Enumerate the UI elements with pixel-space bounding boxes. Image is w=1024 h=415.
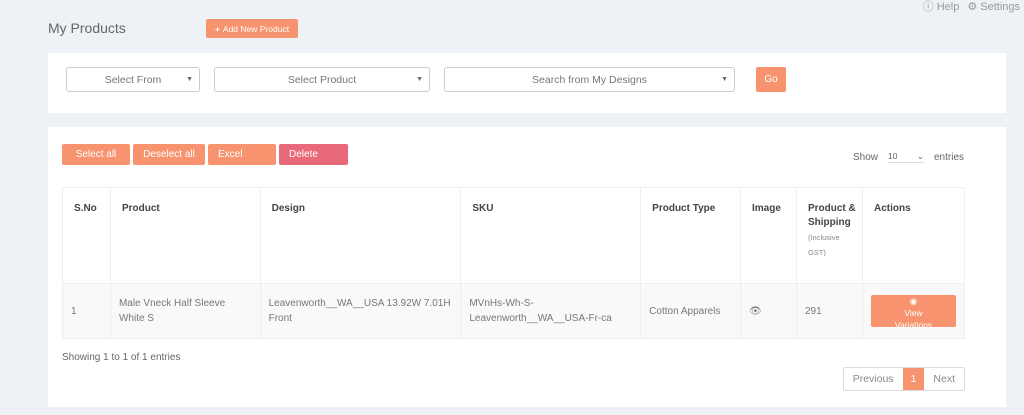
chevron-down-icon: ⌄: [916, 151, 924, 161]
deselect-all-button[interactable]: Deselect all: [133, 144, 205, 165]
cell-design: Leavenworth__WA__USA 13.92W 7.01H Front: [259, 283, 462, 339]
select-product-label: Select Product: [287, 73, 357, 86]
cell-price: 291: [795, 283, 864, 339]
previous-button[interactable]: Previous: [844, 368, 903, 390]
view-variations-label: View Variations: [894, 308, 933, 330]
show-label: Show: [852, 151, 878, 163]
cell-product: Male Vneck Half Sleeve White S: [109, 283, 261, 339]
entries-label: entries: [933, 151, 964, 163]
col-product: Product: [109, 187, 261, 284]
products-card: Select all Deselect all Excel Delete Sho…: [48, 127, 1006, 407]
excel-button[interactable]: Excel: [208, 144, 276, 165]
add-new-product-button[interactable]: + Add New Product: [206, 19, 298, 38]
col-product-type: Product Type: [640, 187, 741, 284]
col-sku: SKU: [460, 187, 642, 284]
top-links: ⓘ Help ⚙ Settings: [923, 1, 1020, 14]
entries-select[interactable]: 10 ⌄: [887, 151, 924, 163]
view-variations-button[interactable]: ◉ View Variations: [871, 295, 956, 330]
entries-control: Show 10 ⌄ entries: [853, 151, 964, 163]
col-image: Image: [740, 187, 797, 284]
eye-icon: ◉: [909, 296, 918, 306]
plus-icon: +: [214, 23, 220, 34]
table-row: 1 Male Vneck Half Sleeve White S Leavenw…: [62, 283, 965, 339]
select-from-dropdown[interactable]: Select From ▼: [66, 67, 200, 92]
settings-label: Settings: [980, 1, 1020, 13]
col-design: Design: [259, 187, 462, 284]
add-label: Add New Product: [222, 23, 290, 34]
table-info: Showing 1 to 1 of 1 entries: [62, 352, 181, 363]
cell-sku: MVnHs-Wh-S-Leavenworth__WA__USA-Fr-ca: [460, 283, 642, 339]
page-1-button[interactable]: 1: [902, 368, 925, 390]
eye-icon[interactable]: 👁: [749, 306, 762, 317]
col-price: Product & Shipping (Inclusive GST): [795, 187, 864, 284]
filter-card: Select From ▼ Select Product ▼ Search from…: [48, 53, 1006, 113]
next-button[interactable]: Next: [924, 368, 964, 390]
gst-note: (Inclusive GST): [807, 233, 840, 257]
page-title: My Products: [48, 20, 126, 36]
search-designs-label: Search from My Designs: [532, 73, 647, 86]
help-link[interactable]: ⓘ Help: [923, 1, 960, 14]
select-product-dropdown[interactable]: Select Product ▼: [214, 67, 430, 92]
help-label: Help: [936, 1, 960, 13]
caret-down-icon: ▼: [186, 76, 193, 83]
cell-type: Cotton Apparels: [640, 283, 741, 339]
table-header-row: S.No Product Design SKU Product Type Ima…: [62, 187, 965, 284]
cell-sno: 1: [62, 283, 111, 339]
settings-link[interactable]: ⚙ Settings: [967, 1, 1020, 14]
pagination: Previous 1 Next: [842, 367, 965, 391]
caret-down-icon: ▼: [416, 76, 423, 83]
cell-actions: ◉ View Variations: [862, 283, 965, 339]
entries-value: 10: [887, 151, 898, 161]
col-sno: S.No: [62, 187, 111, 284]
search-designs-dropdown[interactable]: Search from My Designs ▼: [444, 67, 735, 92]
delete-button[interactable]: Delete: [279, 144, 348, 165]
col-actions: Actions: [862, 187, 965, 284]
products-table: S.No Product Design SKU Product Type Ima…: [62, 187, 965, 339]
select-from-label: Select From: [104, 73, 162, 86]
go-button[interactable]: Go: [756, 67, 786, 92]
select-all-button[interactable]: Select all: [62, 144, 130, 165]
cell-image: 👁: [740, 283, 797, 339]
price-header-label: Product & Shipping: [807, 203, 856, 228]
caret-down-icon: ▼: [721, 76, 728, 83]
